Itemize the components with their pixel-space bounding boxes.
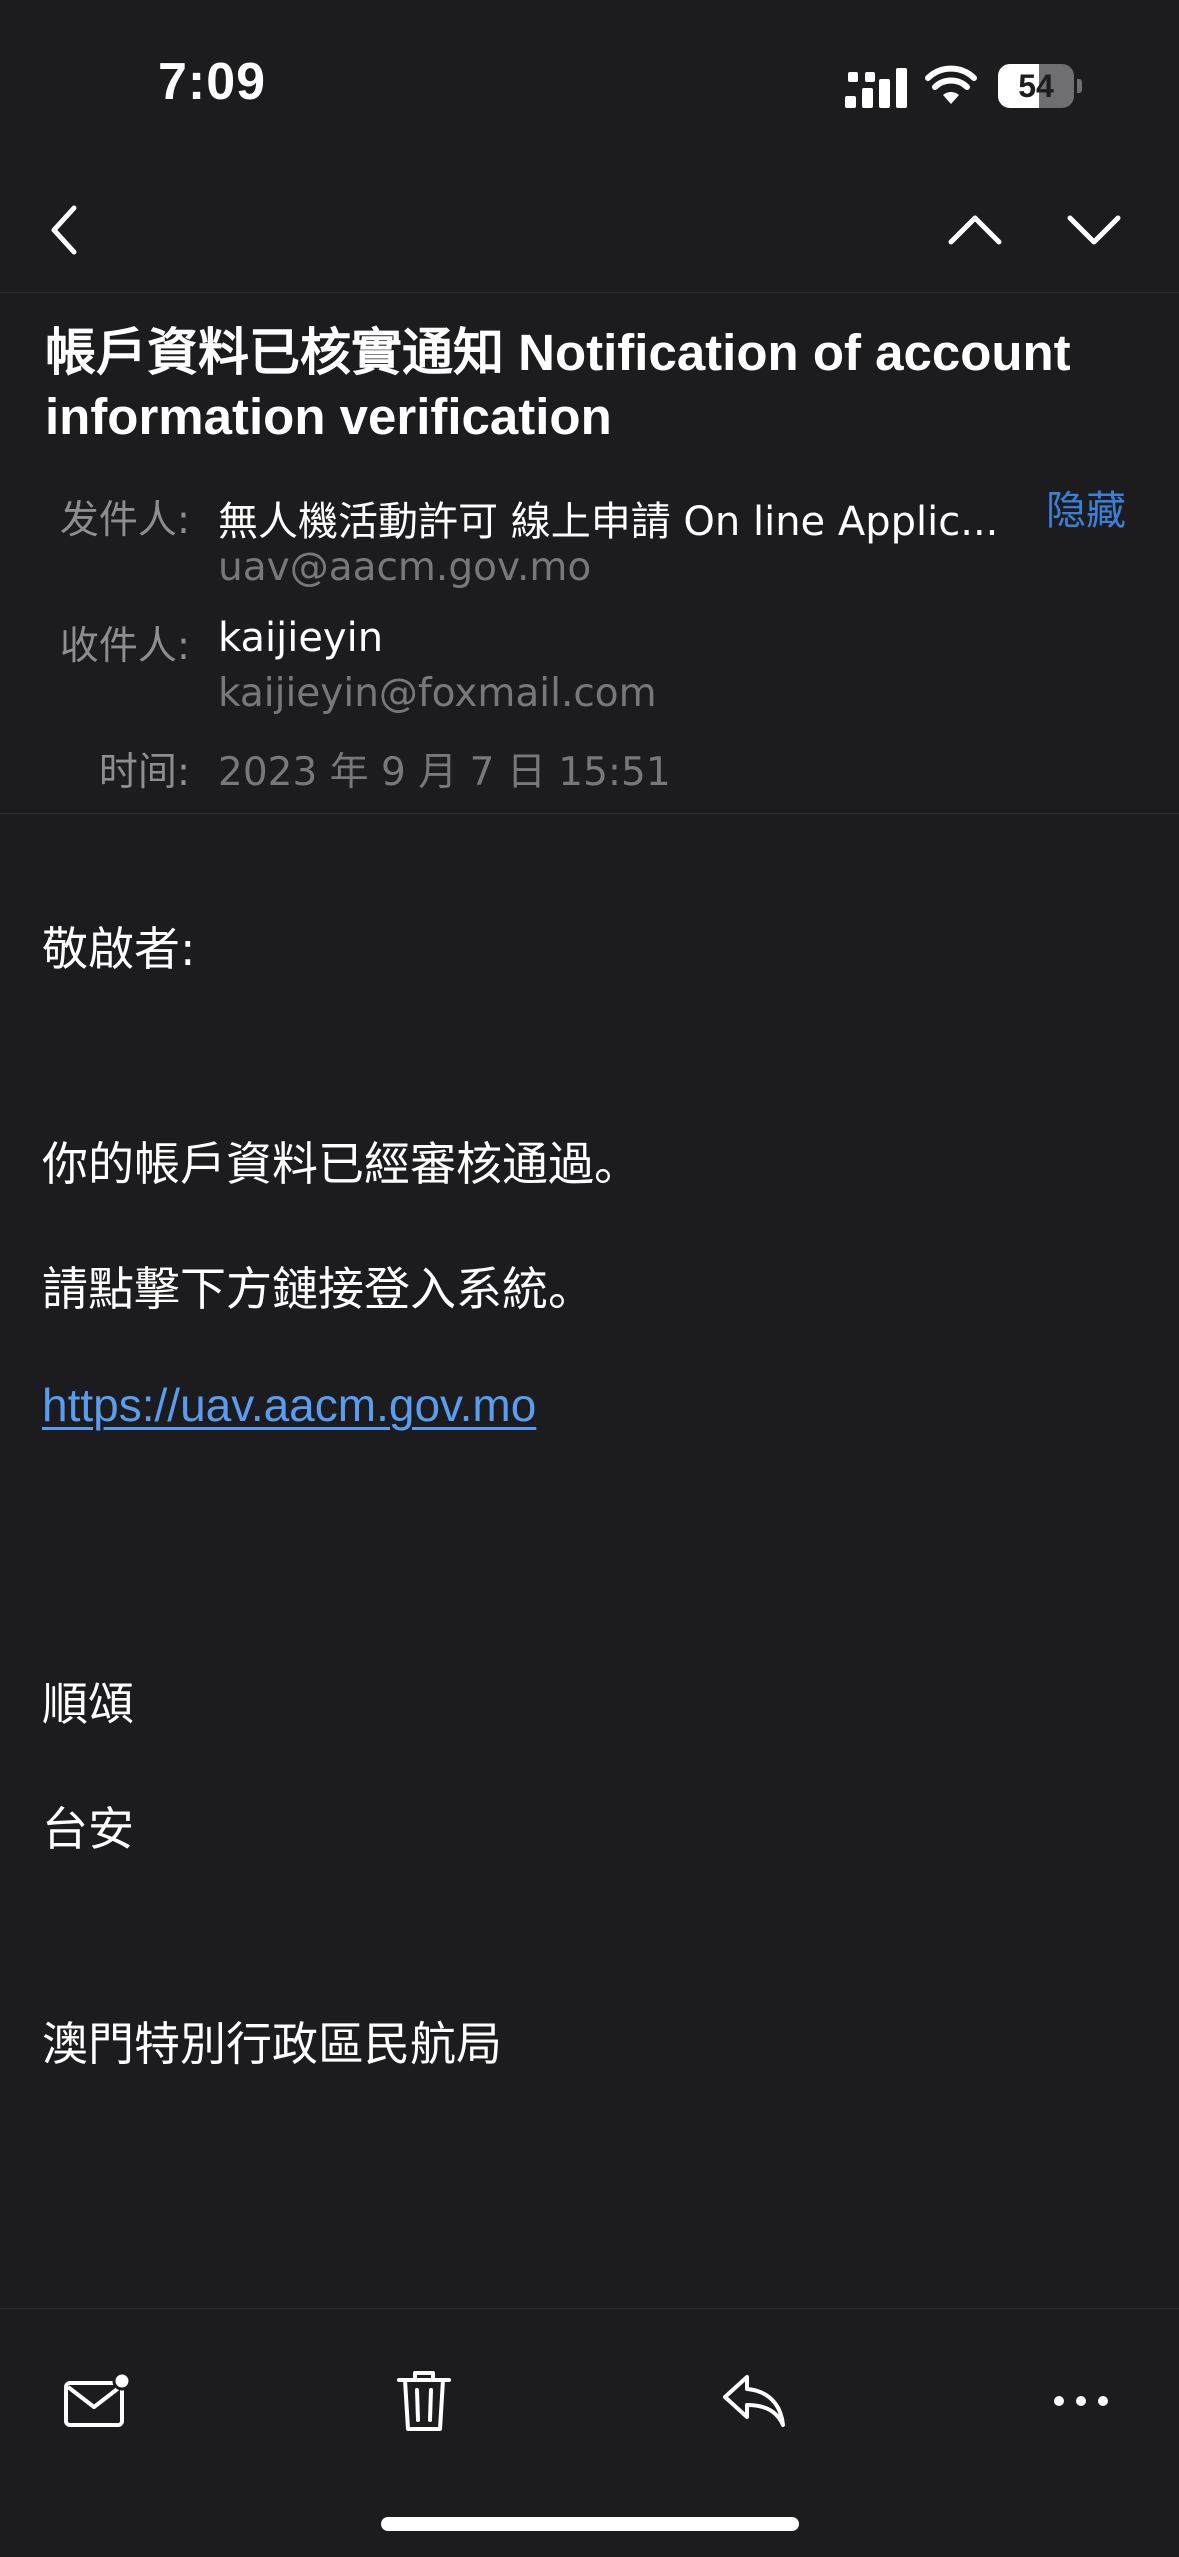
back-button[interactable] <box>24 190 104 270</box>
time-label: 时间: <box>98 750 190 795</box>
from-label: 发件人: <box>59 498 190 543</box>
reply-button[interactable] <box>704 2351 804 2451</box>
body-line-click-link: 請點擊下方鏈接登入系統。 <box>42 1262 594 1316</box>
closing-line-2: 台安 <box>42 1802 134 1856</box>
login-link[interactable]: https://uav.aacm.gov.mo <box>42 1379 536 1431</box>
sender-name[interactable]: 無人機活動許可 線上申請 On line Applic... <box>218 489 1028 547</box>
cellular-signal-icon <box>845 68 907 108</box>
delete-button[interactable] <box>374 2351 474 2451</box>
signature: 澳門特別行政區民航局 <box>42 2017 502 2071</box>
to-label: 收件人: <box>59 624 190 669</box>
mail-time: 2023 年 9 月 7 日 15:51 <box>218 750 671 795</box>
recipient-address[interactable]: kaijieyin@foxmail.com <box>218 671 657 716</box>
chevron-left-icon <box>51 205 77 255</box>
battery-icon: 54 <box>998 64 1082 108</box>
mark-unread-button[interactable] <box>47 2351 147 2451</box>
battery-tip <box>1077 79 1082 93</box>
nav-bar <box>0 170 1179 293</box>
next-message-button[interactable] <box>1054 190 1134 270</box>
wifi-icon <box>925 65 977 104</box>
sender-address[interactable]: uav@aacm.gov.mo <box>218 545 591 590</box>
trash-icon <box>397 2371 451 2431</box>
hide-details-button[interactable]: 隐藏 <box>1046 478 1126 536</box>
greeting: 敬啟者: <box>42 922 196 976</box>
status-bar: 7:09 54 <box>0 0 1179 170</box>
previous-message-button[interactable] <box>935 190 1015 270</box>
home-indicator[interactable] <box>381 2517 799 2531</box>
recipient-name[interactable]: kaijieyin <box>218 615 383 661</box>
battery-level: 54 <box>1018 68 1054 104</box>
body-line-approved: 你的帳戶資料已經審核通過。 <box>42 1137 640 1191</box>
ellipsis-icon <box>1054 2396 1108 2406</box>
chevron-up-icon <box>948 215 1002 245</box>
more-options-button[interactable] <box>1031 2351 1131 2451</box>
envelope-icon <box>64 2371 132 2427</box>
closing-line-1: 順頌 <box>42 1677 134 1731</box>
mail-header: 帳戶資料已核實通知 Notification of account inform… <box>0 293 1179 814</box>
reply-icon <box>723 2375 785 2427</box>
mail-subject: 帳戶資料已核實通知 Notification of account inform… <box>45 324 1071 445</box>
chevron-down-icon <box>1067 215 1121 245</box>
status-time: 7:09 <box>158 53 267 111</box>
battery-body: 54 <box>998 64 1074 108</box>
